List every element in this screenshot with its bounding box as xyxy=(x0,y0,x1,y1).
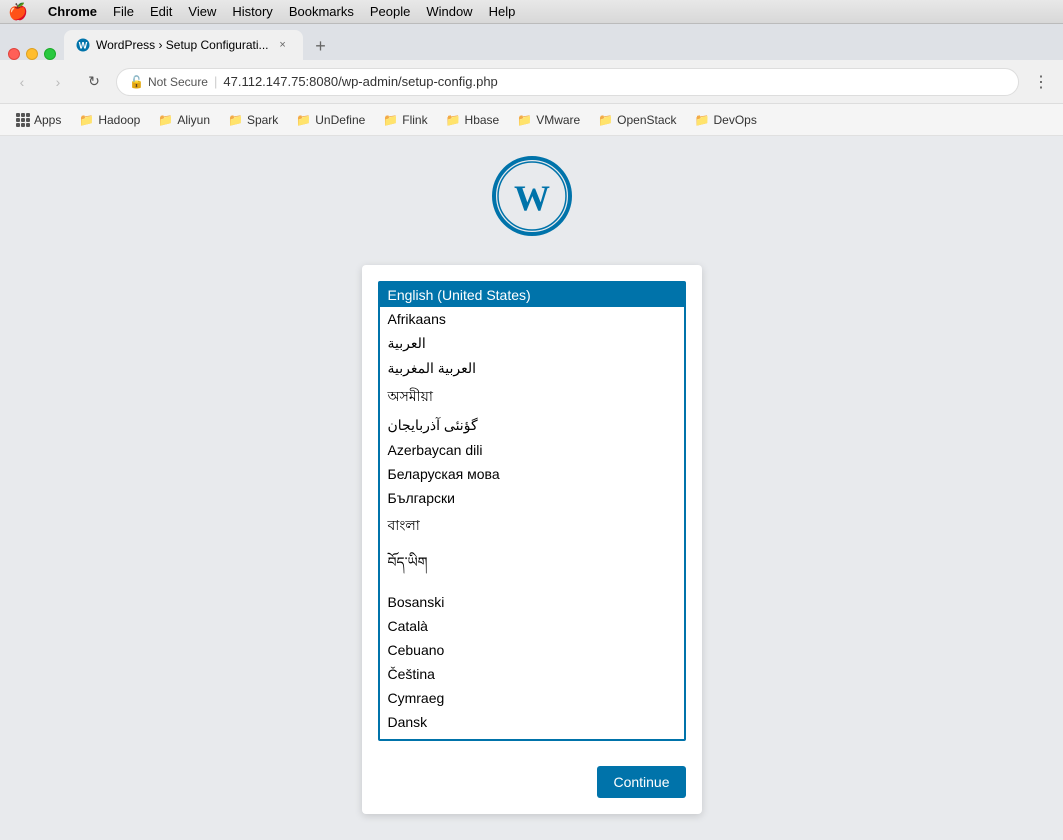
bookmark-label: VMware xyxy=(536,113,580,127)
bookmark-spark[interactable]: 📁 Spark xyxy=(220,109,286,131)
back-button[interactable]: ‹ xyxy=(8,68,36,96)
folder-icon: 📁 xyxy=(228,113,243,127)
menubar-bookmarks[interactable]: Bookmarks xyxy=(289,4,354,19)
bookmark-label: Spark xyxy=(247,113,278,127)
bookmark-label: Aliyun xyxy=(177,113,210,127)
new-tab-button[interactable]: + xyxy=(307,32,335,60)
macos-menubar: 🍎 Chrome File Edit View History Bookmark… xyxy=(0,0,1063,24)
page-content: W English (United States) Afrikaans العر… xyxy=(0,136,1063,840)
wordpress-logo: W xyxy=(492,156,572,265)
language-selection-card: English (United States) Afrikaans العربي… xyxy=(362,265,702,814)
bookmark-label: Flink xyxy=(402,113,427,127)
bookmark-label: DevOps xyxy=(713,113,756,127)
menubar-history[interactable]: History xyxy=(232,4,272,19)
bookmark-undefine[interactable]: 📁 UnDefine xyxy=(288,109,373,131)
tab-title: WordPress › Setup Configurati... xyxy=(96,38,269,52)
bookmark-label: UnDefine xyxy=(315,113,365,127)
bookmark-label: Hbase xyxy=(465,113,500,127)
bookmark-label: Hadoop xyxy=(98,113,140,127)
menubar-file[interactable]: File xyxy=(113,4,134,19)
minimize-window-button[interactable] xyxy=(26,48,38,60)
menubar-edit[interactable]: Edit xyxy=(150,4,172,19)
menubar-people[interactable]: People xyxy=(370,4,410,19)
bookmark-label: OpenStack xyxy=(617,113,676,127)
bookmarks-bar: Apps 📁 Hadoop 📁 Aliyun 📁 Spark 📁 UnDefin… xyxy=(0,104,1063,136)
addressbar: ‹ › ↻ 🔓 Not Secure | 47.112.147.75:8080/… xyxy=(0,60,1063,104)
bookmark-aliyun[interactable]: 📁 Aliyun xyxy=(150,109,218,131)
folder-icon: 📁 xyxy=(446,113,461,127)
bookmark-flink[interactable]: 📁 Flink xyxy=(375,109,435,131)
tabbar: W WordPress › Setup Configurati... × + xyxy=(0,24,1063,60)
folder-icon: 📁 xyxy=(296,113,311,127)
folder-icon: 📁 xyxy=(383,113,398,127)
bookmark-devops[interactable]: 📁 DevOps xyxy=(687,109,765,131)
apple-menu[interactable]: 🍎 xyxy=(8,2,28,22)
security-indicator: 🔓 Not Secure xyxy=(129,75,208,89)
folder-icon: 📁 xyxy=(158,113,173,127)
bookmarks-apps[interactable]: Apps xyxy=(8,109,69,131)
menubar-help[interactable]: Help xyxy=(489,4,516,19)
svg-text:W: W xyxy=(514,178,550,218)
folder-icon: 📁 xyxy=(695,113,710,127)
security-icon: 🔓 xyxy=(129,75,144,89)
bookmark-hbase[interactable]: 📁 Hbase xyxy=(438,109,508,131)
not-secure-text: Not Secure xyxy=(148,75,208,89)
svg-text:W: W xyxy=(79,41,88,51)
reload-button[interactable]: ↻ xyxy=(80,68,108,96)
close-window-button[interactable] xyxy=(8,48,20,60)
url-divider: | xyxy=(214,74,217,89)
extensions-button[interactable]: ⋮ xyxy=(1027,68,1055,96)
tab-favicon: W xyxy=(76,38,90,52)
folder-icon: 📁 xyxy=(598,113,613,127)
forward-button[interactable]: › xyxy=(44,68,72,96)
menubar-view[interactable]: View xyxy=(188,4,216,19)
menubar-chrome[interactable]: Chrome xyxy=(48,4,97,19)
bookmark-openstack[interactable]: 📁 OpenStack xyxy=(590,109,684,131)
traffic-lights xyxy=(8,48,56,60)
bookmark-vmware[interactable]: 📁 VMware xyxy=(509,109,588,131)
apps-label: Apps xyxy=(34,113,61,127)
folder-icon: 📁 xyxy=(517,113,532,127)
apps-grid-icon xyxy=(16,113,30,127)
url-bar[interactable]: 🔓 Not Secure | 47.112.147.75:8080/wp-adm… xyxy=(116,68,1019,96)
tab-close-button[interactable]: × xyxy=(275,37,291,53)
browser-tab[interactable]: W WordPress › Setup Configurati... × xyxy=(64,30,303,60)
continue-button[interactable]: Continue xyxy=(597,766,685,798)
url-text: 47.112.147.75:8080/wp-admin/setup-config… xyxy=(223,74,497,89)
language-select[interactable]: English (United States) Afrikaans العربي… xyxy=(378,281,686,741)
bookmark-hadoop[interactable]: 📁 Hadoop xyxy=(71,109,148,131)
folder-icon: 📁 xyxy=(79,113,94,127)
menubar-window[interactable]: Window xyxy=(426,4,472,19)
chrome-window: W WordPress › Setup Configurati... × + ‹… xyxy=(0,24,1063,840)
maximize-window-button[interactable] xyxy=(44,48,56,60)
